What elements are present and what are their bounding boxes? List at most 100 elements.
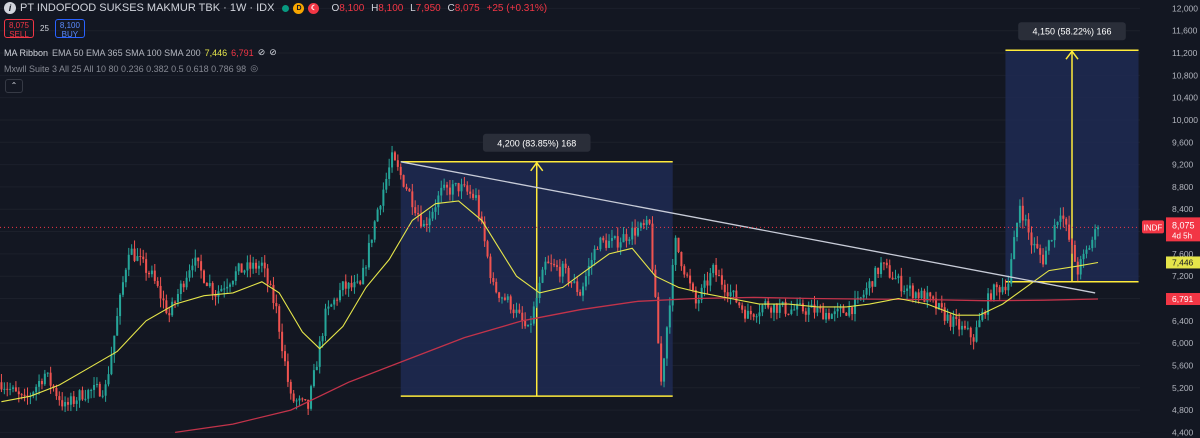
candle-body — [911, 285, 914, 299]
y-tick-label: 9,200 — [1172, 160, 1194, 170]
sell-button[interactable]: 8,075 SELL — [4, 19, 34, 39]
candle-body — [822, 307, 825, 320]
candle-body — [848, 307, 851, 316]
candle-body — [877, 267, 880, 275]
info-icon[interactable]: i — [4, 2, 16, 14]
candle-body — [104, 384, 107, 396]
candle-body — [211, 283, 214, 295]
candle-body — [356, 281, 359, 283]
candle-body — [226, 286, 229, 289]
candle-body — [448, 187, 451, 195]
candle-body — [940, 303, 943, 308]
candle-body — [376, 209, 379, 222]
candle-body — [156, 280, 159, 286]
candle-body — [388, 167, 391, 179]
candle-body — [819, 307, 822, 309]
settings-icon[interactable]: ⊘ — [258, 47, 266, 58]
candle-body — [920, 290, 923, 299]
candle-body — [391, 152, 394, 168]
candle-body — [1065, 218, 1068, 225]
candle-body — [746, 310, 749, 319]
candle-body — [95, 383, 98, 385]
candle-body — [220, 288, 223, 292]
market-status-icon[interactable] — [282, 4, 290, 12]
candle-body — [799, 303, 802, 305]
candle-body — [162, 298, 165, 301]
candle-body — [393, 152, 396, 161]
candle-body — [770, 307, 773, 313]
candle-body — [998, 287, 1001, 293]
candle-body — [963, 325, 966, 329]
candle-body — [929, 292, 932, 297]
candle-body — [1056, 221, 1059, 226]
candle-body — [87, 390, 90, 399]
candle-body — [266, 268, 269, 284]
candle-body — [440, 187, 443, 196]
candle-body — [231, 280, 234, 285]
candle-body — [958, 319, 961, 330]
candle-body — [906, 288, 909, 291]
candle-body — [171, 301, 174, 316]
candle-body — [147, 272, 151, 275]
candle-body — [584, 276, 587, 287]
candle-body — [223, 288, 226, 290]
collapse-legend-button[interactable]: ⌃ — [5, 79, 23, 93]
y-tick-label: 5,200 — [1172, 383, 1194, 393]
candle-body — [336, 299, 339, 301]
dividend-badge-icon[interactable]: D — [293, 2, 305, 14]
candle-body — [995, 284, 998, 288]
hidden-eye-icon[interactable]: ◎ — [250, 63, 258, 74]
candle-body — [1044, 250, 1047, 265]
buy-button[interactable]: 8,100 BUY — [54, 19, 85, 39]
trade-panel: 8,075 SELL 25 8,100 BUY — [4, 19, 85, 39]
y-tick-label: 11,600 — [1172, 26, 1198, 36]
candle-body — [888, 265, 891, 278]
candle-body — [312, 370, 315, 387]
candle-body — [327, 306, 330, 309]
candle-body — [706, 280, 709, 286]
symbol-title[interactable]: PT INDOFOOD SUKSES MAKMUR TBK · 1W · IDX — [20, 2, 274, 14]
candle-body — [926, 292, 929, 302]
hide-icon[interactable]: ⊘ — [269, 47, 277, 58]
candle-body — [726, 292, 729, 297]
candle-body — [174, 301, 177, 303]
candle-body — [1021, 205, 1024, 221]
candle-body — [292, 393, 295, 402]
candle-body — [1073, 244, 1076, 262]
candle-body — [946, 314, 949, 321]
candle-body — [495, 281, 498, 293]
candle-body — [903, 290, 906, 292]
candle-body — [295, 400, 298, 402]
candle-body — [582, 286, 585, 296]
candle-body — [636, 227, 640, 236]
candle-body — [249, 262, 252, 269]
moon-icon[interactable]: ☾ — [308, 2, 320, 14]
candle-body — [827, 312, 830, 319]
candle-body — [1042, 254, 1045, 265]
candle-body — [55, 387, 58, 397]
candle-body — [596, 248, 599, 250]
candle-body — [787, 313, 790, 315]
candle-body — [419, 214, 423, 227]
candle-body — [830, 314, 833, 319]
ma-ribbon-legend[interactable]: MA Ribbon EMA 50 EMA 365 SMA 100 SMA 200… — [4, 47, 277, 58]
ma-slow-tag: 6,791 — [1172, 294, 1194, 304]
candle-body — [654, 269, 657, 297]
candle-body — [503, 297, 506, 300]
candle-body — [865, 288, 868, 295]
candle-body — [651, 223, 654, 270]
candle-body — [1076, 261, 1079, 275]
candle-body — [408, 189, 411, 192]
mxwll-suite-legend[interactable]: Mxwll Suite 3 All 25 All 10 80 0.236 0.3… — [4, 63, 258, 74]
candle-body — [341, 281, 344, 291]
candle-body — [330, 304, 333, 307]
candle-body — [723, 284, 726, 293]
candle-body — [142, 256, 145, 260]
candle-body — [547, 261, 550, 264]
candle-body — [645, 219, 648, 225]
candle-body — [735, 290, 738, 303]
candle-body — [434, 207, 437, 212]
candle-body — [472, 193, 475, 198]
chart-header: i PT INDOFOOD SUKSES MAKMUR TBK · 1W · I… — [4, 2, 551, 14]
candle-body — [608, 240, 611, 248]
